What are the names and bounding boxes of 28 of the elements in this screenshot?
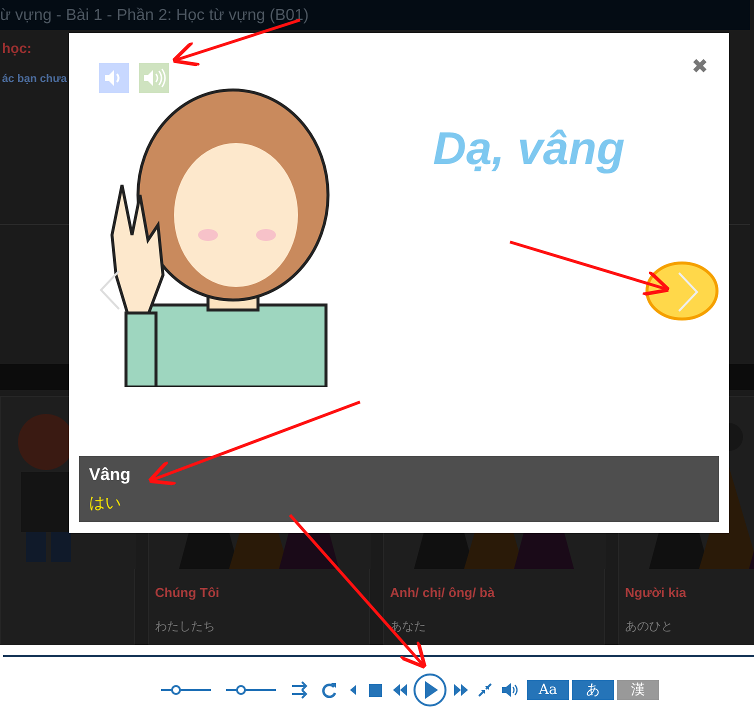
shuffle-icon[interactable]	[291, 681, 309, 699]
page-title: ừ vựng - Bài 1 - Phần 2: Học từ vựng (B01)	[0, 0, 750, 30]
close-button[interactable]: ✖	[688, 55, 712, 79]
back-icon[interactable]	[349, 683, 357, 697]
caption-reading: はい	[89, 494, 122, 514]
fast-forward-icon[interactable]	[454, 683, 468, 697]
image-text: Dạ, vâng	[433, 125, 625, 171]
rewind-icon[interactable]	[393, 683, 407, 697]
card-reading: あのひと	[624, 618, 674, 634]
section-heading: học:	[2, 39, 32, 58]
volume-icon[interactable]	[502, 682, 518, 698]
slider-thumb[interactable]	[171, 685, 181, 695]
slider[interactable]	[226, 684, 276, 696]
refresh-icon[interactable]	[321, 682, 337, 698]
card-title[interactable]: Anh/ chị/ ông/ bà	[384, 569, 604, 602]
intro-text: ác bạn chưa	[2, 72, 67, 87]
slider[interactable]	[161, 684, 211, 696]
card-title[interactable]: Người kia	[619, 569, 754, 602]
card-reading: わたしたち	[154, 618, 216, 634]
text-toggle-button[interactable]: Aa	[527, 680, 569, 700]
play-icon[interactable]	[413, 673, 447, 707]
caption-title: Vâng	[89, 464, 132, 486]
text-toggle-button[interactable]: あ	[572, 680, 614, 700]
text-toggle-button[interactable]: 漢	[617, 680, 659, 700]
stop-icon[interactable]	[369, 684, 383, 696]
slider-thumb[interactable]	[236, 685, 246, 695]
collapse-icon[interactable]	[478, 683, 492, 697]
card-title[interactable]: Chúng Tôi	[149, 569, 369, 602]
